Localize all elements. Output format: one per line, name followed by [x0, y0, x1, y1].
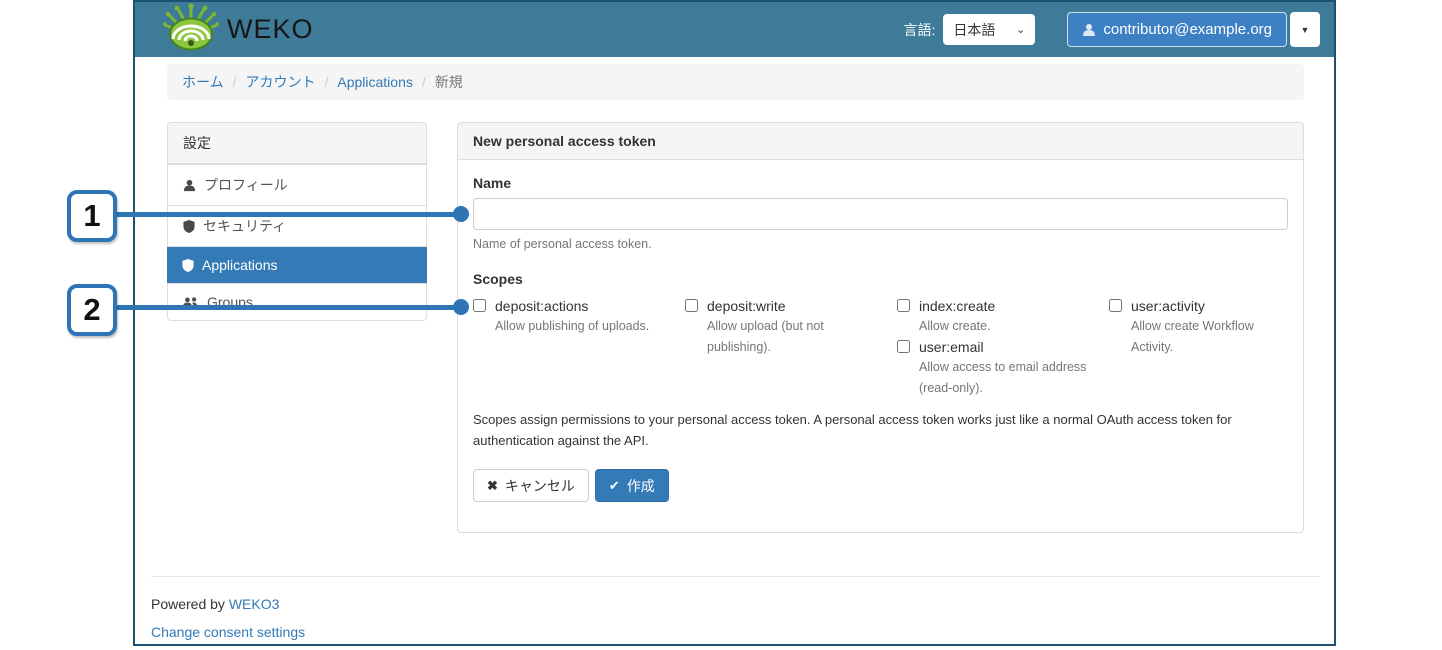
scope-checkbox-user-email[interactable] [897, 340, 910, 353]
navbar-right: 言語: 日本語 ⌄ contributor@example.org ▼ [903, 12, 1320, 47]
brand-home-link[interactable]: WEKO [163, 3, 314, 56]
scope-item-user-email: user:email Allow access to email address… [897, 337, 1109, 399]
annotation-line-2 [115, 305, 462, 310]
create-button[interactable]: ✔ 作成 [595, 469, 669, 502]
breadcrumb-applications-link[interactable]: Applications [337, 74, 413, 90]
scopes-description-text: Scopes assign permissions to your person… [473, 409, 1288, 451]
language-selected-value: 日本語 [953, 20, 995, 40]
token-name-input[interactable] [473, 198, 1288, 230]
scopes-column: index:create Allow create. user:email Al… [897, 296, 1109, 399]
sidebar-item-label: プロフィール [204, 175, 288, 195]
scope-description: Allow publishing of uploads. [495, 316, 667, 337]
sidebar-heading: 設定 [168, 123, 426, 164]
shield-icon [182, 259, 194, 272]
annotation-endpoint-2 [453, 299, 469, 315]
change-consent-settings-link[interactable]: Change consent settings [151, 624, 1320, 640]
scope-checkbox-index-create[interactable] [897, 299, 910, 312]
scope-checkbox-user-activity[interactable] [1109, 299, 1122, 312]
settings-sidebar: 設定 プロフィール セキュリティ Applications Groups [167, 122, 427, 321]
chevron-down-icon: ⌄ [1016, 23, 1025, 36]
scope-description: Allow create Workflow Activity. [1131, 316, 1270, 358]
scope-label[interactable]: index:create [919, 296, 1091, 316]
scope-item-deposit-write: deposit:write Allow upload (but not publ… [685, 296, 897, 358]
weko-logo-icon [163, 3, 219, 56]
annotation-callout-1: 1 [67, 190, 117, 242]
breadcrumb: ホーム / アカウント / Applications / 新規 [167, 64, 1304, 100]
scope-label[interactable]: user:activity [1131, 296, 1270, 316]
scope-description: Allow upload (but not publishing). [707, 316, 857, 358]
page-frame: WEKO 言語: 日本語 ⌄ contributor@example.org ▼… [133, 0, 1336, 646]
content-area: 設定 プロフィール セキュリティ Applications Groups New… [167, 122, 1304, 533]
shield-icon [183, 220, 195, 233]
scope-label[interactable]: deposit:write [707, 296, 879, 316]
sidebar-item-label: セキュリティ [203, 216, 286, 236]
breadcrumb-home-link[interactable]: ホーム [182, 72, 224, 92]
scopes-column: user:activity Allow create Workflow Acti… [1109, 296, 1288, 399]
annotation-line-1 [115, 212, 462, 217]
annotation-callout-2: 2 [67, 284, 117, 336]
breadcrumb-separator: / [324, 74, 328, 90]
scope-item-index-create: index:create Allow create. [897, 296, 1109, 337]
user-icon [183, 179, 196, 192]
scope-item-deposit-actions: deposit:actions Allow publishing of uplo… [473, 296, 685, 337]
language-label: 言語: [903, 20, 935, 40]
check-icon: ✔ [609, 478, 620, 494]
scope-description: Allow create. [919, 316, 1091, 337]
new-token-panel: New personal access token Name Name of p… [457, 122, 1304, 533]
powered-by-text: Powered by [151, 596, 225, 612]
caret-down-icon: ▼ [1301, 25, 1310, 35]
scope-item-user-activity: user:activity Allow create Workflow Acti… [1109, 296, 1288, 358]
page-footer: Powered by WEKO3 Change consent settings [151, 576, 1320, 640]
user-menu-caret-button[interactable]: ▼ [1290, 12, 1320, 47]
breadcrumb-separator: / [233, 74, 237, 90]
create-button-label: 作成 [627, 476, 655, 496]
scopes-column: deposit:actions Allow publishing of uplo… [473, 296, 685, 399]
name-field-label: Name [473, 175, 1288, 191]
annotation-endpoint-1 [453, 206, 469, 222]
cancel-button-label: キャンセル [505, 476, 575, 496]
breadcrumb-account-link[interactable]: アカウント [245, 72, 315, 92]
x-icon: ✖ [487, 478, 498, 494]
sidebar-item-label: Applications [202, 257, 278, 273]
panel-title: New personal access token [458, 123, 1303, 160]
scopes-column: deposit:write Allow upload (but not publ… [685, 296, 897, 399]
scopes-grid: deposit:actions Allow publishing of uplo… [473, 296, 1288, 399]
scope-label[interactable]: deposit:actions [495, 296, 667, 316]
user-account-button[interactable]: contributor@example.org [1067, 12, 1287, 47]
powered-by: Powered by WEKO3 [151, 596, 1320, 612]
user-email-label: contributor@example.org [1103, 21, 1272, 38]
scope-checkbox-deposit-write[interactable] [685, 299, 698, 312]
brand-title: WEKO [227, 14, 314, 45]
scope-checkbox-deposit-actions[interactable] [473, 299, 486, 312]
cancel-button[interactable]: ✖ キャンセル [473, 469, 589, 502]
scope-label[interactable]: user:email [919, 337, 1091, 357]
language-select[interactable]: 日本語 ⌄ [943, 14, 1035, 45]
sidebar-item-profile[interactable]: プロフィール [168, 164, 426, 205]
breadcrumb-separator: / [422, 74, 426, 90]
scope-description: Allow access to email address (read-only… [919, 357, 1091, 399]
user-menu-group: contributor@example.org ▼ [1067, 12, 1320, 47]
user-icon [1082, 23, 1096, 37]
weko3-link[interactable]: WEKO3 [229, 596, 280, 612]
name-help-text: Name of personal access token. [473, 237, 1288, 251]
breadcrumb-current-page: 新規 [435, 72, 463, 92]
sidebar-item-applications[interactable]: Applications [167, 246, 427, 283]
scopes-section-label: Scopes [473, 271, 1288, 287]
top-navbar: WEKO 言語: 日本語 ⌄ contributor@example.org ▼ [135, 2, 1334, 57]
form-actions: ✖ キャンセル ✔ 作成 [473, 469, 1288, 502]
sidebar-item-groups[interactable]: Groups [168, 283, 426, 320]
panel-body: Name Name of personal access token. Scop… [458, 160, 1303, 532]
